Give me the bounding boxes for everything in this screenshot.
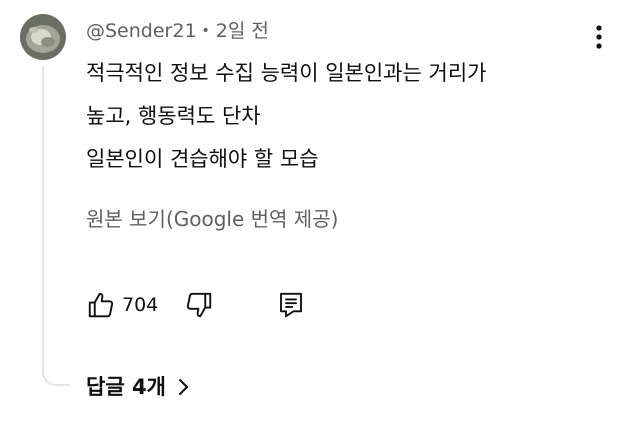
comment-line: 높고, 행동력도 단차: [86, 104, 261, 128]
thumbs-up-icon: [88, 292, 114, 318]
like-button[interactable]: [86, 290, 116, 320]
like-count: 704: [122, 294, 159, 316]
see-original-link[interactable]: 원본 보기(Google 번역 제공): [86, 204, 338, 234]
dislike-button[interactable]: [184, 290, 214, 320]
comment-timestamp: 2일 전: [215, 20, 269, 42]
comment-line: 적극적인 정보 수집 능력이 일본인과는 거리가: [86, 61, 487, 85]
thread-connector-line: [42, 66, 70, 386]
chevron-right-icon: [178, 379, 188, 395]
thumbs-down-icon: [186, 292, 212, 318]
comment-meta: @Sender21 • 2일 전: [86, 18, 269, 46]
view-replies-button[interactable]: 답글 4개: [86, 372, 190, 402]
reply-button[interactable]: [276, 290, 306, 320]
replies-label: 답글 4개: [86, 375, 166, 399]
more-vert-icon: [596, 25, 602, 49]
meta-separator: •: [201, 23, 210, 39]
comment-line: 일본인이 견습해야 할 모습: [86, 147, 319, 171]
comment-reply-icon: [280, 292, 302, 318]
comment-text: 적극적인 정보 수집 능력이 일본인과는 거리가 높고, 행동력도 단차 일본인…: [86, 52, 486, 181]
author-handle[interactable]: @Sender21: [86, 20, 197, 42]
more-options-button[interactable]: [585, 17, 613, 57]
avatar[interactable]: [20, 14, 66, 60]
